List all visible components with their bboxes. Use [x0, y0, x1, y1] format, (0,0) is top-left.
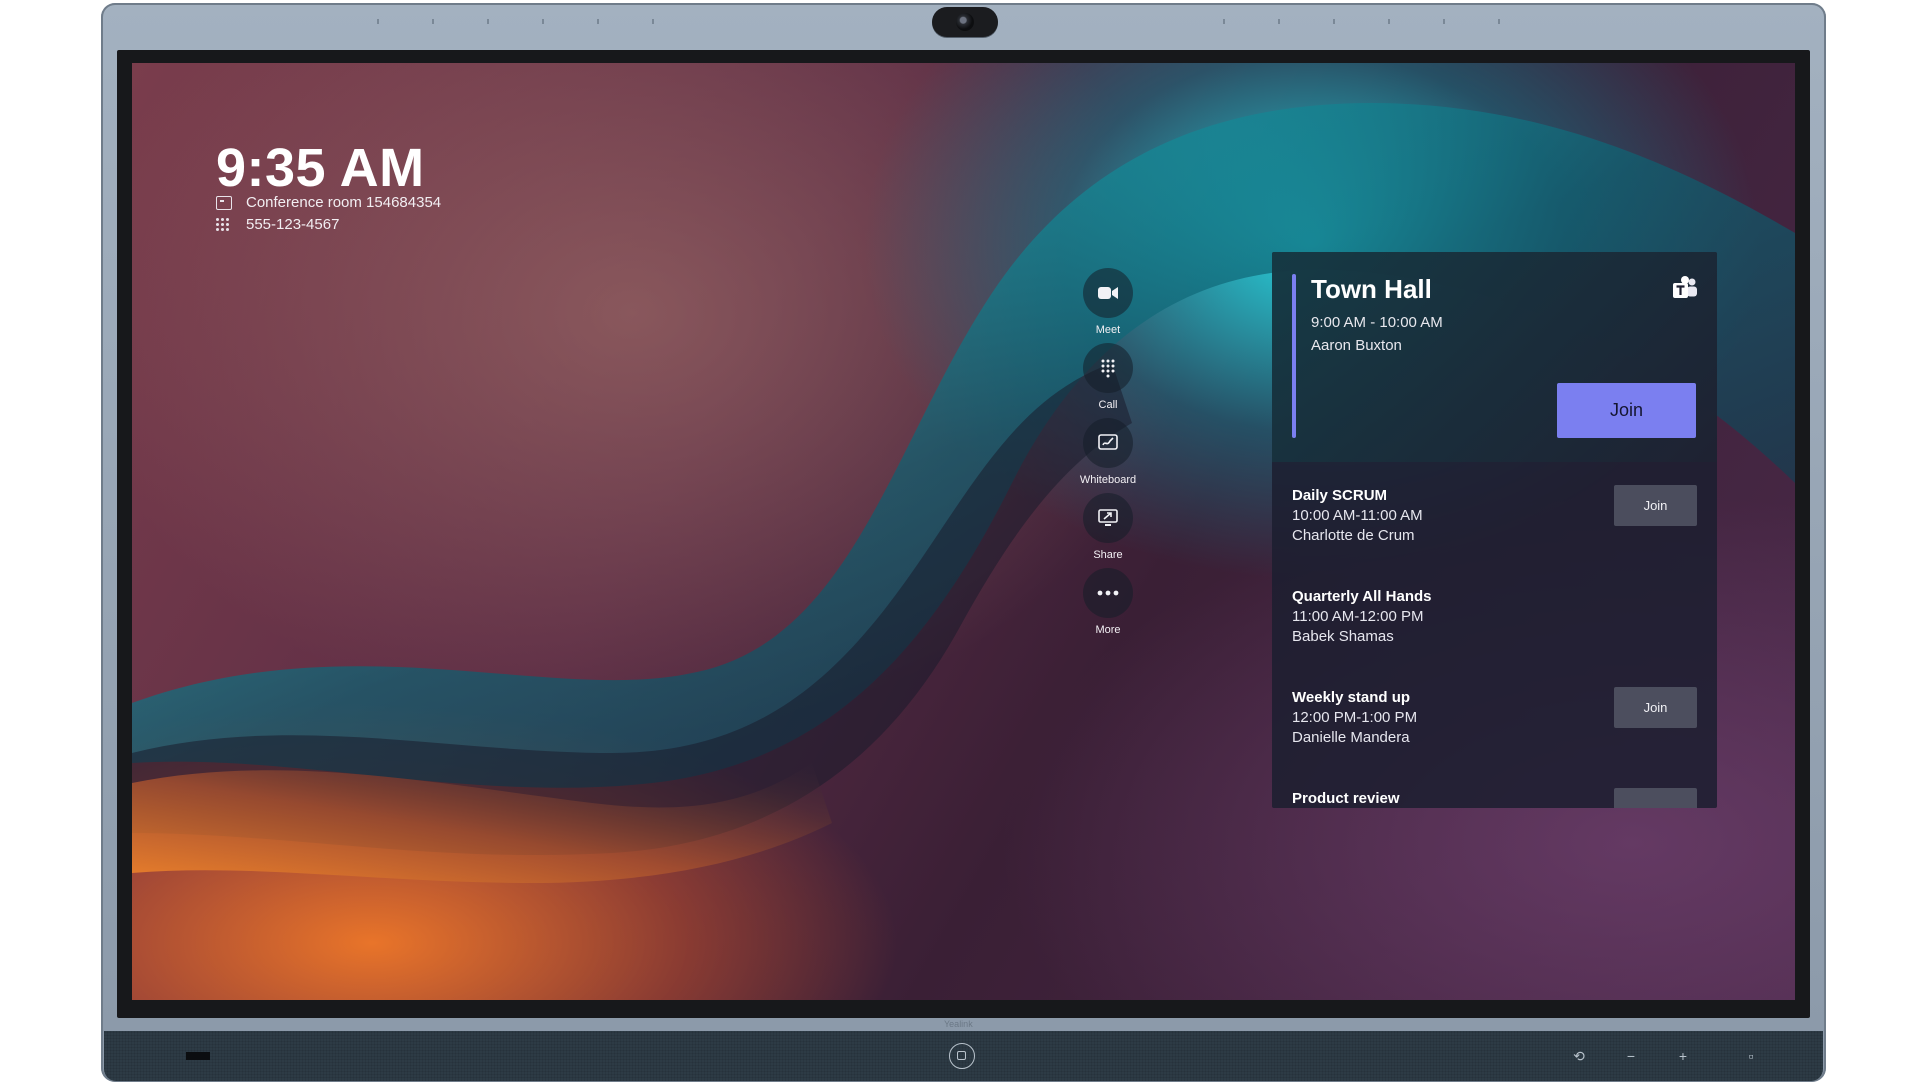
volume-down-icon[interactable]: −	[1621, 1046, 1641, 1066]
share-screen-icon	[1083, 493, 1133, 543]
dialpad-icon	[216, 217, 232, 232]
room-info: Conference room 154684354	[216, 194, 441, 211]
more-dots-icon	[1083, 568, 1133, 618]
whiteboard-label: Whiteboard	[1079, 474, 1137, 486]
ir-sensor	[186, 1052, 210, 1060]
home-screen: 9:35 AM Conference room 154684354 555-12…	[132, 63, 1795, 1000]
share-label: Share	[1093, 549, 1123, 561]
meet-label: Meet	[1095, 324, 1121, 336]
meeting-item[interactable]: Weekly stand up 12:00 PM-1:00 PM Daniell…	[1292, 687, 1697, 746]
room-name: Conference room 154684354	[246, 194, 442, 211]
phone-info: 555-123-4567	[216, 216, 339, 233]
meeting-item[interactable]: Product review	[1292, 788, 1697, 808]
meeting-organizer: Danielle Mandera	[1292, 729, 1410, 746]
video-camera-icon	[1083, 268, 1133, 318]
display-device: 9:35 AM Conference room 154684354 555-12…	[101, 3, 1826, 1082]
dialpad-icon	[1083, 343, 1133, 393]
meeting-accent-bar	[1292, 274, 1296, 438]
join-town-hall-button[interactable]: Join	[1557, 383, 1696, 438]
meeting-organizer: Babek Shamas	[1292, 628, 1394, 645]
share-button[interactable]: Share	[1067, 493, 1149, 561]
home-icon[interactable]	[949, 1043, 975, 1069]
back-icon[interactable]: ⟲	[1569, 1046, 1589, 1066]
whiteboard-icon	[1083, 418, 1133, 468]
featured-meeting-title: Town Hall	[1311, 274, 1432, 304]
meeting-item[interactable]: Quarterly All Hands 11:00 AM-12:00 PM Ba…	[1292, 588, 1697, 645]
meeting-title: Quarterly All Hands	[1292, 588, 1432, 605]
input-source-icon[interactable]: ▫	[1741, 1046, 1761, 1066]
featured-meeting-organizer: Aaron Buxton	[1311, 337, 1402, 354]
microphone-array	[377, 19, 707, 25]
more-button[interactable]: More	[1067, 568, 1149, 636]
microphone-array	[1223, 19, 1553, 25]
featured-meeting-card[interactable]: Town Hall 9:00 AM - 10:00 AM Aaron Buxto…	[1272, 252, 1717, 462]
phone-number: 555-123-4567	[246, 216, 340, 233]
join-weekly-stand-up-button[interactable]: Join	[1614, 687, 1697, 728]
join-product-review-button[interactable]	[1614, 788, 1697, 808]
meeting-time: 11:00 AM-12:00 PM	[1292, 608, 1424, 625]
whiteboard-button[interactable]: Whiteboard	[1067, 418, 1149, 486]
volume-up-icon[interactable]: +	[1673, 1046, 1693, 1066]
call-button[interactable]: Call	[1067, 343, 1149, 411]
clock: 9:35 AM	[216, 138, 425, 198]
call-label: Call	[1098, 399, 1118, 411]
speaker-bar: ⟲ − + ▫	[104, 1031, 1823, 1081]
camera-lens	[956, 13, 974, 31]
brand-logo: Yealink	[944, 1019, 973, 1029]
meet-button[interactable]: Meet	[1067, 268, 1149, 336]
meeting-organizer: Charlotte de Crum	[1292, 527, 1415, 544]
meetings-panel: Town Hall 9:00 AM - 10:00 AM Aaron Buxto…	[1272, 252, 1717, 808]
more-label: More	[1095, 624, 1121, 636]
featured-meeting-time: 9:00 AM - 10:00 AM	[1311, 314, 1443, 331]
room-display-icon	[216, 195, 232, 210]
meeting-item[interactable]: Daily SCRUM 10:00 AM-11:00 AM Charlotte …	[1292, 485, 1697, 544]
teams-icon	[1673, 276, 1697, 298]
camera	[932, 7, 998, 37]
join-daily-scrum-button[interactable]: Join	[1614, 485, 1697, 526]
